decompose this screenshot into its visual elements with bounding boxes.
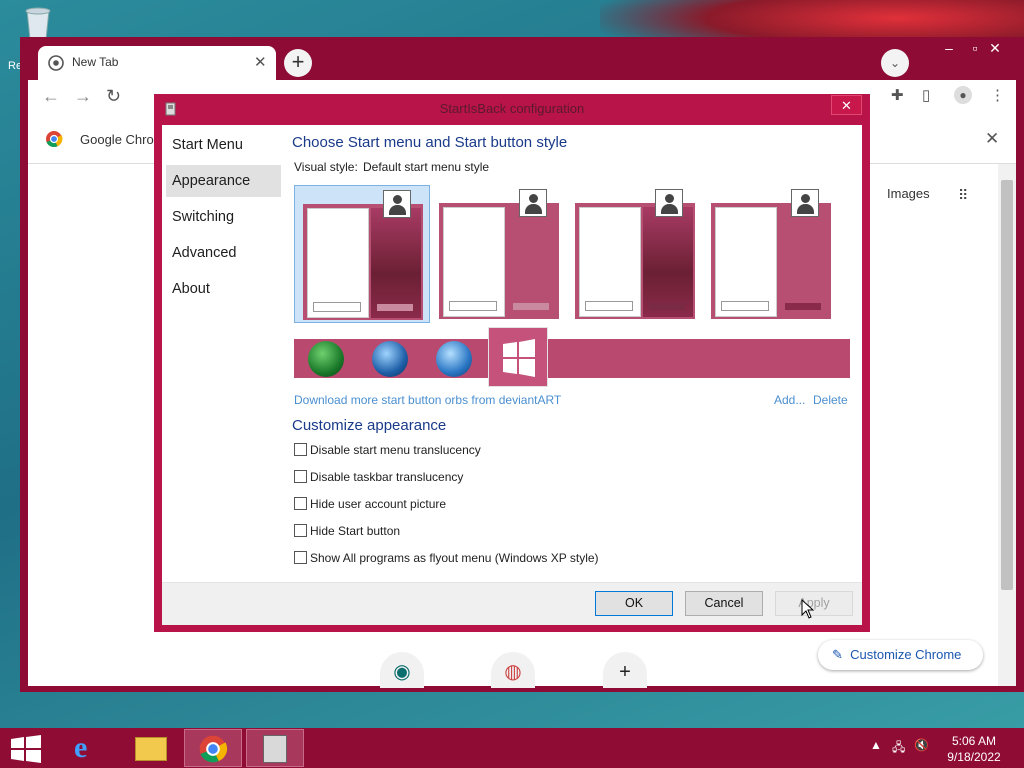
windows7-orb-icon[interactable]	[372, 341, 408, 377]
minimize-icon[interactable]: –	[936, 40, 962, 56]
clover-orb-icon[interactable]	[308, 341, 344, 377]
back-icon[interactable]: ←	[42, 86, 60, 107]
chrome-tab-icon	[48, 55, 64, 71]
windows-logo-icon	[503, 339, 535, 377]
menu-icon[interactable]: ⋮	[990, 86, 1005, 104]
start-button-icon[interactable]	[10, 735, 42, 763]
side-panel-icon[interactable]: ▯	[922, 86, 930, 104]
startisback-icon	[263, 735, 287, 763]
dialog-close-button[interactable]: ✕	[831, 95, 862, 115]
user-picture-icon	[383, 190, 411, 218]
clock-time: 5:06 AM	[951, 734, 997, 748]
recycle-bin-icon[interactable]	[20, 6, 56, 40]
windows8-orb-option[interactable]	[488, 327, 548, 387]
tab-title: New Tab	[72, 55, 119, 69]
chrome-icon	[199, 735, 228, 763]
windows-vista-orb-icon[interactable]	[436, 341, 472, 377]
taskbar-chrome[interactable]	[184, 729, 242, 767]
user-picture-icon	[519, 189, 547, 217]
mouse-cursor-icon	[801, 599, 815, 619]
extensions-icon[interactable]: ✚	[891, 86, 904, 104]
taskbar-clock[interactable]: 5:06 AM 9/18/2022	[934, 733, 1014, 765]
visual-style-value[interactable]: Default start menu style	[363, 160, 489, 174]
network-icon[interactable]: 🖧	[892, 738, 905, 759]
apps-grid-icon[interactable]: ⠿	[958, 187, 968, 204]
internet-explorer-icon: e	[74, 731, 88, 764]
customize-heading: Customize appearance	[292, 417, 447, 434]
customize-chrome-label: Customize Chrome	[850, 647, 962, 662]
cancel-button[interactable]: Cancel	[685, 591, 763, 616]
download-orbs-link[interactable]: Download more start button orbs from dev…	[294, 393, 561, 407]
taskbar-internet-explorer[interactable]: e	[60, 729, 118, 767]
nav-item-start-menu[interactable]: Start Menu	[166, 129, 281, 161]
taskbar-file-explorer[interactable]	[122, 729, 180, 767]
start-menu-style-option[interactable]	[703, 185, 839, 323]
show-hidden-icons[interactable]: ▲	[870, 738, 882, 752]
checkbox[interactable]	[294, 470, 307, 483]
nav-item-advanced[interactable]: Advanced	[166, 237, 281, 269]
shortcut-site-icon[interactable]: ◉	[380, 652, 424, 688]
checkbox[interactable]	[294, 443, 307, 456]
folder-icon	[135, 737, 167, 761]
option-disable-taskbar-translucency[interactable]: Disable taskbar translucency	[294, 470, 463, 484]
bookmark-google-chrome[interactable]: Google Chro	[80, 132, 154, 147]
option-hide-start-button[interactable]: Hide Start button	[294, 524, 400, 538]
window-close-icon[interactable]: ✕	[982, 40, 1008, 57]
forward-icon[interactable]: →	[74, 86, 92, 107]
shortcut-chrome-icon[interactable]: ◍	[491, 652, 535, 688]
bookmark-bar-close-icon[interactable]: ✕	[985, 129, 999, 149]
pencil-icon: ✎	[832, 647, 843, 662]
google-chrome-icon	[46, 131, 63, 148]
tab-search-icon[interactable]: ⌄	[881, 49, 909, 77]
nav-item-switching[interactable]: Switching	[166, 201, 281, 233]
images-link[interactable]: Images	[887, 186, 930, 201]
user-picture-icon	[791, 189, 819, 217]
start-menu-style-option[interactable]	[431, 185, 567, 323]
add-link[interactable]: Add...	[774, 393, 805, 407]
style-heading: Choose Start menu and Start button style	[292, 134, 568, 151]
clock-date: 9/18/2022	[947, 750, 1001, 764]
new-tab-button[interactable]: +	[284, 49, 312, 77]
visual-style-label: Visual style:	[294, 160, 358, 174]
dialog-title: StartIsBack configuration	[439, 101, 585, 116]
scrollbar-thumb[interactable]	[1001, 180, 1013, 590]
checkbox[interactable]	[294, 551, 307, 564]
option-hide-user-account-picture[interactable]: Hide user account picture	[294, 497, 446, 511]
taskbar-startisback[interactable]	[246, 729, 304, 767]
tab-close-icon[interactable]: ✕	[254, 53, 267, 71]
customize-chrome-button[interactable]: ✎ Customize Chrome	[818, 640, 983, 670]
start-menu-style-option[interactable]	[567, 185, 703, 323]
delete-link[interactable]: Delete	[813, 393, 848, 407]
reload-icon[interactable]: ↻	[106, 86, 121, 107]
option-show-all-programs-flyout[interactable]: Show All programs as flyout menu (Window…	[294, 551, 599, 565]
checkbox[interactable]	[294, 497, 307, 510]
nav-item-appearance[interactable]: Appearance	[166, 165, 281, 197]
option-disable-start-menu-translucency[interactable]: Disable start menu translucency	[294, 443, 481, 457]
start-menu-style-option[interactable]	[294, 185, 430, 323]
checkbox[interactable]	[294, 524, 307, 537]
add-shortcut-icon[interactable]: +	[603, 652, 647, 688]
user-picture-icon	[655, 189, 683, 217]
profile-icon[interactable]: ●	[954, 86, 972, 104]
nav-item-about[interactable]: About	[166, 273, 281, 305]
ok-button[interactable]: OK	[595, 591, 673, 616]
volume-muted-icon[interactable]: 🔇	[914, 738, 929, 752]
